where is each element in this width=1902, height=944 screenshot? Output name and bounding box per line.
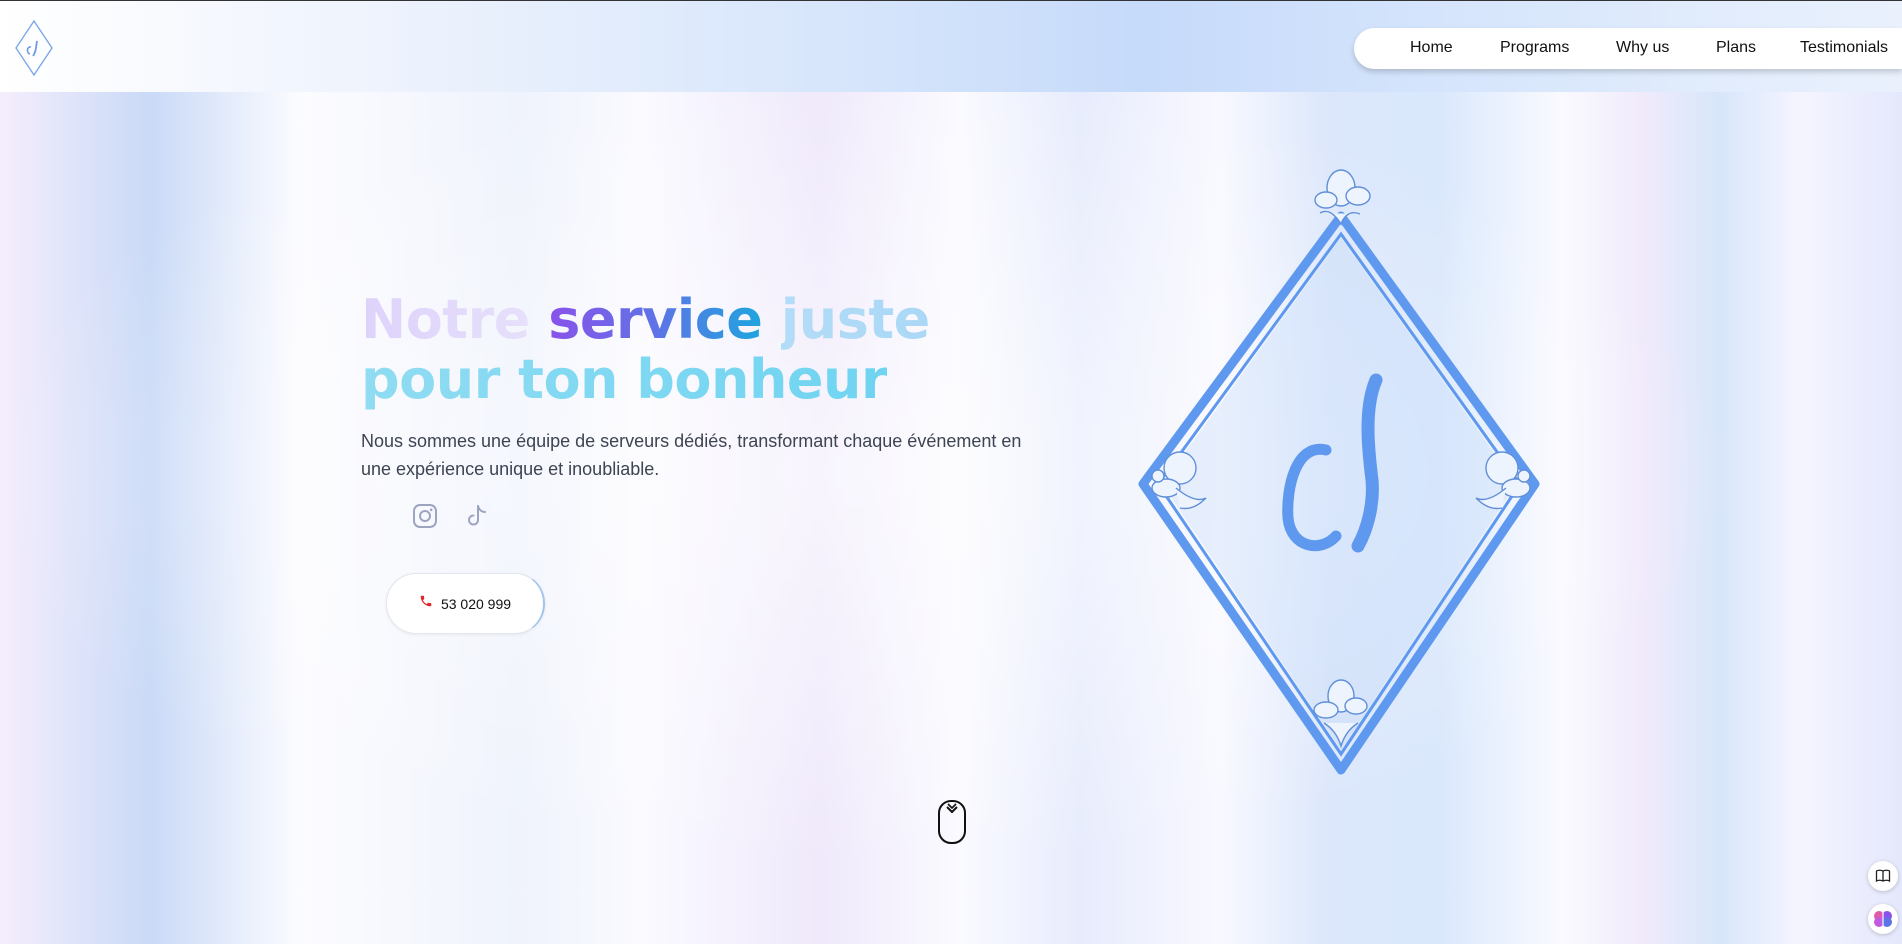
diamond-monogram-logo-icon[interactable] <box>14 19 54 77</box>
hero-subtitle: Nous sommes une équipe de serveurs dédié… <box>361 431 1022 479</box>
nav-plans[interactable]: Plans <box>1716 39 1756 57</box>
phone-icon <box>419 594 433 613</box>
phone-number: 53 020 999 <box>440 595 512 612</box>
nav-why-us[interactable]: Why us <box>1616 39 1669 57</box>
instagram-icon[interactable] <box>412 503 438 529</box>
hero-title: Notre service juste pour ton bonheur <box>361 290 1061 410</box>
nav-home[interactable]: Home <box>1410 39 1453 57</box>
mouse-scroll-icon[interactable] <box>937 799 967 845</box>
tiktok-icon[interactable] <box>464 503 490 529</box>
site-header: Home Programs Why us Plans Testimonials <box>0 0 1902 92</box>
nav-testimonials[interactable]: Testimonials <box>1800 39 1888 57</box>
brain-icon[interactable] <box>1868 904 1898 934</box>
call-button[interactable]: 53 020 999 <box>386 573 545 634</box>
hero-title-word-2: service <box>548 288 763 351</box>
floral-diamond-monogram-icon <box>1136 158 1546 778</box>
main-nav: Home Programs Why us Plans Testimonials <box>1354 28 1902 69</box>
hero-title-line-2: pour ton bonheur <box>361 348 888 411</box>
hero-title-word-1: Notre <box>361 288 530 351</box>
hero-title-word-3: juste <box>780 288 931 351</box>
nav-programs[interactable]: Programs <box>1500 39 1569 57</box>
book-icon[interactable] <box>1868 861 1898 891</box>
